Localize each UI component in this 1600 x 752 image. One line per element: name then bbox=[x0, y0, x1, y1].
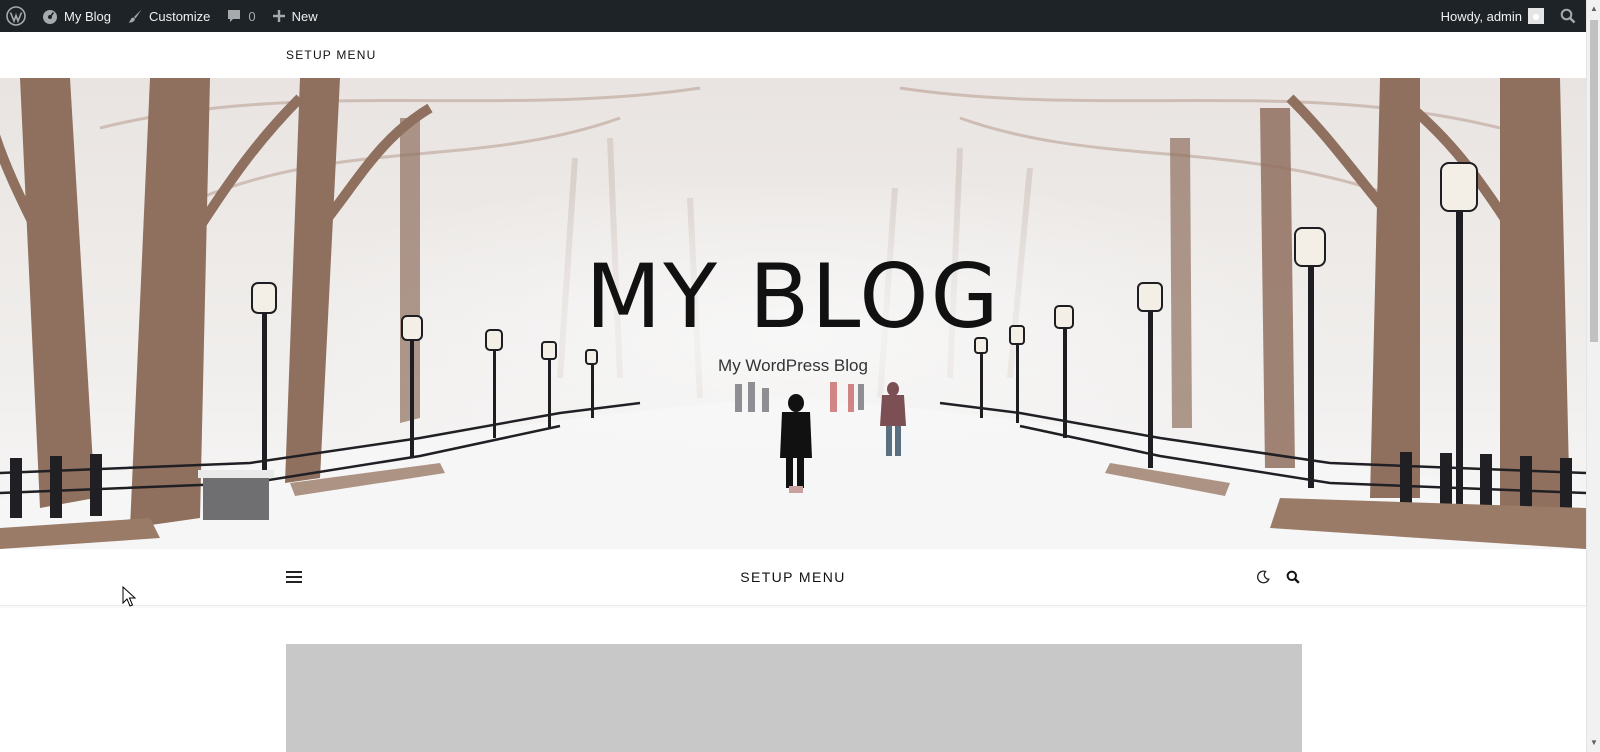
main-navigation: SETUP MENU bbox=[0, 549, 1586, 606]
wordpress-logo-button[interactable] bbox=[0, 0, 34, 32]
dark-mode-moon-icon[interactable] bbox=[1256, 570, 1270, 584]
header-hero: MY BLOG My WordPress Blog bbox=[0, 78, 1586, 549]
avatar bbox=[1528, 8, 1544, 24]
admin-bar-right: Howdy, admin bbox=[1433, 0, 1586, 32]
admin-bar-search-button[interactable] bbox=[1552, 0, 1586, 32]
paintbrush-icon bbox=[128, 9, 142, 23]
my-account-link[interactable]: Howdy, admin bbox=[1433, 0, 1552, 32]
scroll-up-arrow-icon[interactable]: ▲ bbox=[1589, 4, 1599, 14]
admin-bar-left: My Blog Customize 0 New bbox=[0, 0, 326, 32]
comments-count: 0 bbox=[248, 8, 256, 24]
new-label: New bbox=[291, 8, 318, 24]
mouse-cursor-icon bbox=[122, 586, 136, 607]
new-content-link[interactable]: New bbox=[264, 0, 326, 32]
plus-icon bbox=[272, 10, 285, 22]
customize-label: Customize bbox=[148, 8, 211, 24]
page-scrollbar[interactable]: ▲ ▼ bbox=[1586, 0, 1600, 752]
top-menu-bar: SETUP MENU bbox=[0, 32, 1586, 78]
site-tagline: My WordPress Blog bbox=[718, 356, 868, 375]
featured-image-placeholder[interactable] bbox=[286, 644, 1302, 752]
search-icon bbox=[1560, 8, 1576, 24]
site-name-label: My Blog bbox=[64, 8, 111, 24]
site-name-link[interactable]: My Blog bbox=[34, 0, 119, 32]
dashboard-gauge-icon bbox=[43, 10, 57, 24]
scroll-down-arrow-icon[interactable]: ▼ bbox=[1589, 738, 1599, 748]
customize-link[interactable]: Customize bbox=[119, 0, 218, 32]
howdy-label: Howdy, admin bbox=[1440, 8, 1522, 24]
wordpress-icon bbox=[6, 6, 26, 26]
top-setup-menu-link[interactable]: SETUP MENU bbox=[286, 48, 376, 62]
search-icon[interactable] bbox=[1286, 570, 1300, 584]
scrollbar-thumb[interactable] bbox=[1590, 20, 1598, 342]
main-setup-menu-link[interactable]: SETUP MENU bbox=[0, 569, 1586, 585]
site-title[interactable]: MY BLOG bbox=[0, 245, 1586, 348]
admin-bar: My Blog Customize 0 New Howdy, admin bbox=[0, 0, 1586, 32]
comments-link[interactable]: 0 bbox=[218, 0, 263, 32]
comment-bubble-icon bbox=[228, 10, 241, 22]
